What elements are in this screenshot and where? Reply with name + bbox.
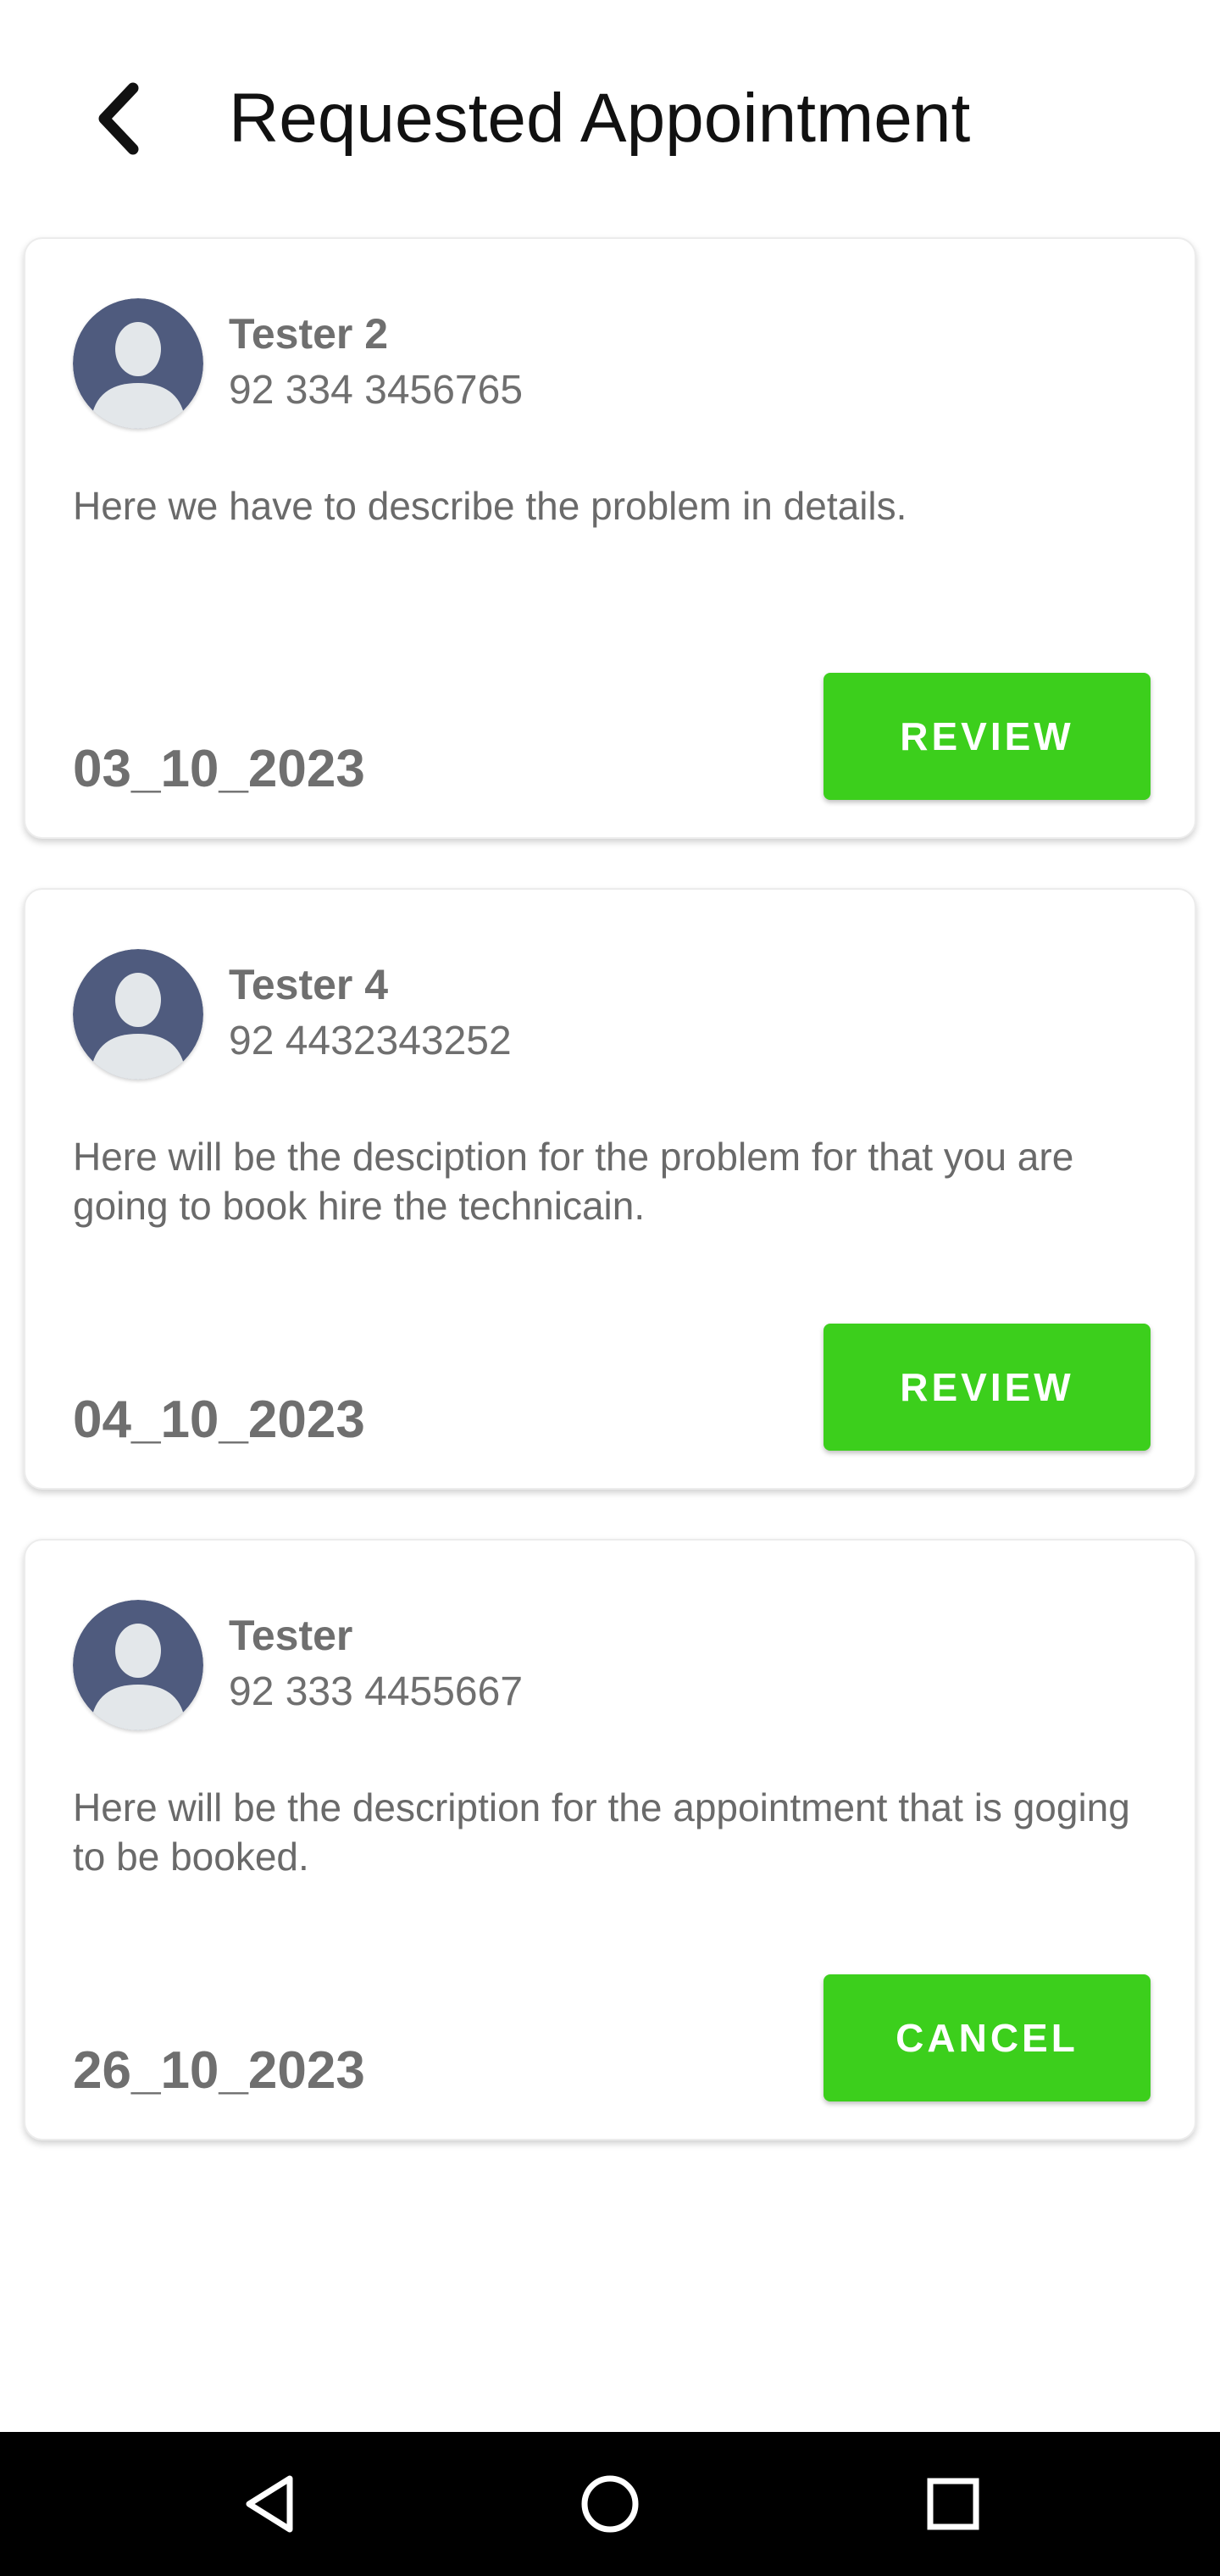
avatar xyxy=(73,1600,203,1730)
appointment-date: 03_10_2023 xyxy=(73,740,365,798)
client-name: Tester 4 xyxy=(229,961,389,1008)
client-phone: 92 334 3456765 xyxy=(229,368,524,413)
review-button[interactable]: REVIEW xyxy=(824,673,1151,800)
client-phone: 92 4432343252 xyxy=(229,1019,512,1063)
nav-recents-button[interactable] xyxy=(894,2445,1012,2563)
avatar xyxy=(73,949,203,1080)
app-header: Requested Appointment xyxy=(0,0,1220,220)
app-screen: Requested Appointment Tester 2 92 334 34… xyxy=(0,0,1220,2576)
user-avatar-icon xyxy=(73,298,203,429)
user-avatar-icon xyxy=(73,1600,203,1730)
client-phone: 92 333 4455667 xyxy=(229,1669,524,1714)
client-name: Tester 2 xyxy=(229,310,389,358)
page-title: Requested Appointment xyxy=(229,80,971,157)
appointment-card: Tester 4 92 4432343252 Here will be the … xyxy=(24,888,1196,1490)
client-name: Tester xyxy=(229,1612,353,1659)
nav-back-button[interactable] xyxy=(212,2445,330,2563)
review-button[interactable]: REVIEW xyxy=(824,1324,1151,1451)
nav-home-button[interactable] xyxy=(551,2445,669,2563)
back-triangle-icon xyxy=(246,2475,293,2533)
appointment-date: 04_10_2023 xyxy=(73,1391,365,1449)
appointment-card: Tester 2 92 334 3456765 Here we have to … xyxy=(24,237,1196,839)
cancel-button[interactable]: CANCEL xyxy=(824,1974,1151,2101)
system-navigation-bar xyxy=(0,2432,1220,2576)
user-avatar-icon xyxy=(73,949,203,1080)
chevron-left-icon xyxy=(98,82,139,155)
appointment-date: 26_10_2023 xyxy=(73,2041,365,2100)
appointment-card: Tester 92 333 4455667 Here will be the d… xyxy=(24,1539,1196,2140)
avatar xyxy=(73,298,203,429)
back-button[interactable] xyxy=(76,68,161,169)
recents-square-icon xyxy=(927,2478,979,2530)
appointment-description: Here we have to describe the problem in … xyxy=(73,484,907,528)
home-circle-icon xyxy=(581,2475,639,2533)
appointment-description: Here will be the description for the app… xyxy=(73,1785,1130,1879)
appointment-description: Here will be the desciption for the prob… xyxy=(73,1135,1074,1228)
